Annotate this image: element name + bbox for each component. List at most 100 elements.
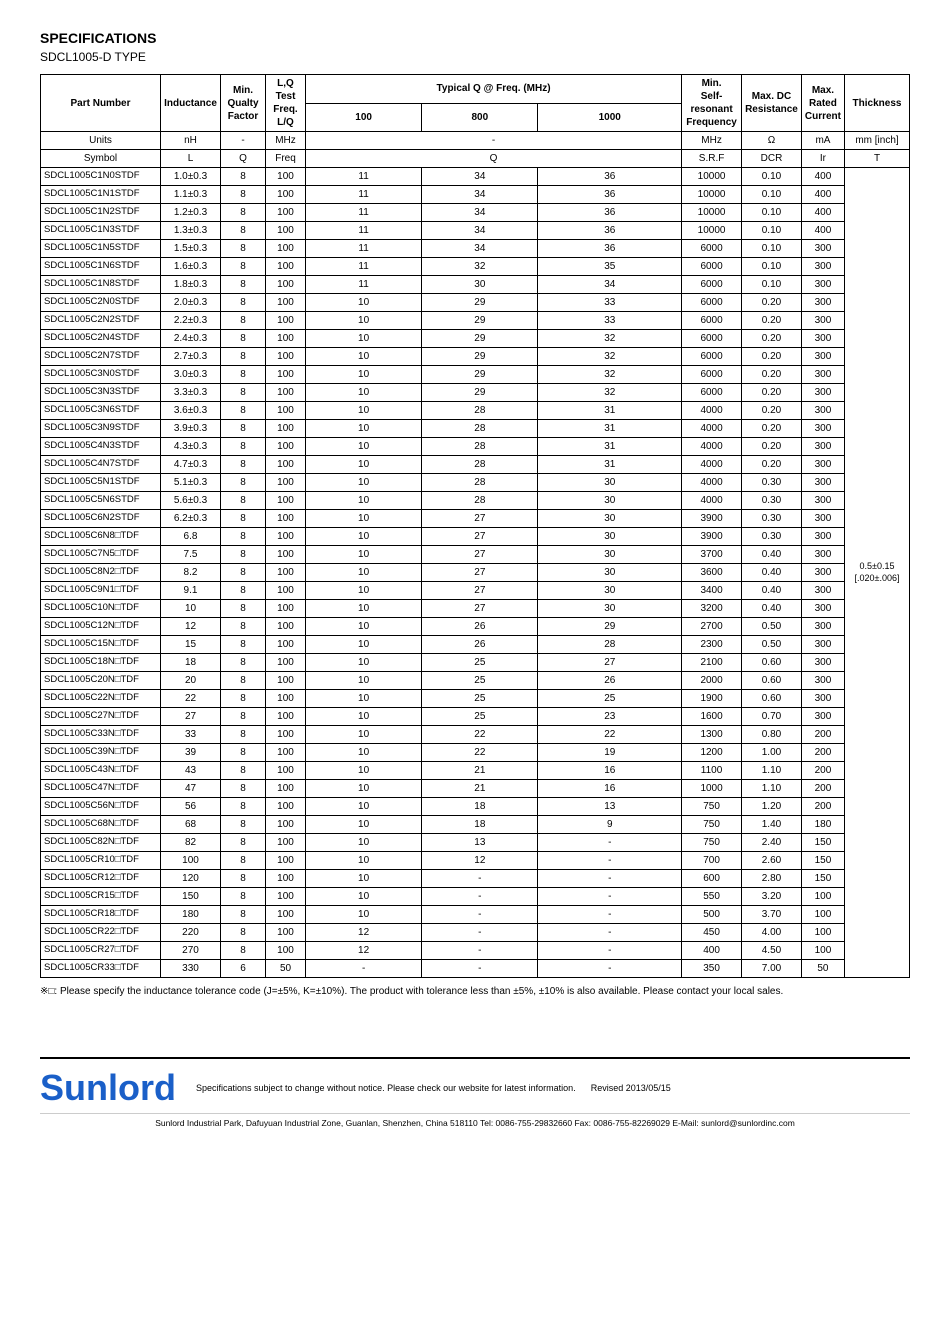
table-cell: 100 (266, 294, 306, 312)
table-cell: 18 (422, 798, 538, 816)
table-cell: SDCL1005C18N□TDF (41, 654, 161, 672)
table-cell: 300 (801, 240, 844, 258)
table-cell: - (538, 888, 682, 906)
table-cell: 0.20 (742, 438, 802, 456)
table-row: SDCL1005C3N0STDF3.0±0.3810010293260000.2… (41, 366, 910, 384)
table-cell: - (538, 870, 682, 888)
table-cell: 100 (266, 348, 306, 366)
table-cell: 1.8±0.3 (161, 276, 221, 294)
table-cell: SDCL1005C1N1STDF (41, 186, 161, 204)
table-cell: 100 (266, 852, 306, 870)
table-cell: 10 (306, 510, 422, 528)
table-cell: 100 (266, 168, 306, 186)
table-cell: 10000 (682, 222, 742, 240)
table-cell: SDCL1005CR10□TDF (41, 852, 161, 870)
table-cell: 8 (221, 582, 266, 600)
symbol-inductance: L (161, 150, 221, 168)
table-row: SDCL1005C18N□TDF18810010252721000.60300 (41, 654, 910, 672)
table-cell: 150 (161, 888, 221, 906)
table-cell: 25 (422, 708, 538, 726)
table-cell: 11 (306, 240, 422, 258)
table-cell: 1600 (682, 708, 742, 726)
table-cell: 22 (161, 690, 221, 708)
table-cell: 1.6±0.3 (161, 258, 221, 276)
table-cell: 10 (306, 348, 422, 366)
table-cell: 6.2±0.3 (161, 510, 221, 528)
table-cell: 30 (538, 564, 682, 582)
table-cell: 3700 (682, 546, 742, 564)
table-cell: 27 (422, 528, 538, 546)
table-cell: 29 (422, 348, 538, 366)
table-cell: 21 (422, 780, 538, 798)
table-cell: 300 (801, 330, 844, 348)
table-cell: 750 (682, 798, 742, 816)
table-cell: 8 (221, 456, 266, 474)
table-cell: 0.10 (742, 222, 802, 240)
table-cell: 2.60 (742, 852, 802, 870)
table-cell: - (422, 870, 538, 888)
table-cell: 2.7±0.3 (161, 348, 221, 366)
table-cell: 8 (221, 240, 266, 258)
table-cell: 100 (266, 510, 306, 528)
table-cell: 200 (801, 762, 844, 780)
table-cell: SDCL1005C2N0STDF (41, 294, 161, 312)
table-cell: 100 (266, 564, 306, 582)
table-cell: 300 (801, 708, 844, 726)
table-cell: 300 (801, 582, 844, 600)
table-cell: 1300 (682, 726, 742, 744)
table-cell: 8 (221, 186, 266, 204)
table-cell: 25 (422, 654, 538, 672)
table-row: SDCL1005C43N□TDF43810010211611001.10200 (41, 762, 910, 780)
table-cell: 10 (306, 744, 422, 762)
table-row: SDCL1005C2N7STDF2.7±0.3810010293260000.2… (41, 348, 910, 366)
table-cell: SDCL1005C39N□TDF (41, 744, 161, 762)
table-cell: 36 (538, 186, 682, 204)
table-cell: 0.10 (742, 204, 802, 222)
table-cell: 0.10 (742, 276, 802, 294)
table-cell: 120 (161, 870, 221, 888)
table-cell: 300 (801, 438, 844, 456)
table-cell: 39 (161, 744, 221, 762)
table-cell: 8 (221, 636, 266, 654)
table-cell: 12 (306, 942, 422, 960)
table-cell: 10 (306, 690, 422, 708)
table-cell: 4000 (682, 438, 742, 456)
table-cell: 300 (801, 384, 844, 402)
table-cell: SDCL1005C6N2STDF (41, 510, 161, 528)
table-cell: SDCL1005C1N6STDF (41, 258, 161, 276)
footer-revised: Revised 2013/05/15 (591, 1083, 671, 1093)
col-q100: 100 (306, 103, 422, 132)
table-cell: 9 (538, 816, 682, 834)
table-cell: 4000 (682, 474, 742, 492)
table-cell: 10 (306, 672, 422, 690)
table-cell: 36 (538, 222, 682, 240)
table-cell: SDCL1005C68N□TDF (41, 816, 161, 834)
table-cell: SDCL1005C1N8STDF (41, 276, 161, 294)
table-cell: 27 (422, 546, 538, 564)
table-cell: 10 (306, 582, 422, 600)
table-cell: 100 (266, 240, 306, 258)
table-cell: 400 (801, 222, 844, 240)
table-cell: 8 (221, 258, 266, 276)
table-cell: 8 (221, 672, 266, 690)
table-cell: 0.10 (742, 240, 802, 258)
units-dc: Ω (742, 132, 802, 150)
table-cell: 34 (422, 222, 538, 240)
table-cell: 100 (266, 906, 306, 924)
table-cell: 1.1±0.3 (161, 186, 221, 204)
table-cell: 30 (538, 492, 682, 510)
units-freq: MHz (266, 132, 306, 150)
table-cell: 36 (538, 204, 682, 222)
table-cell: 3.9±0.3 (161, 420, 221, 438)
table-cell: 8 (221, 366, 266, 384)
table-cell: 25 (422, 690, 538, 708)
table-cell: 12 (306, 924, 422, 942)
table-cell: 8 (221, 528, 266, 546)
thickness-cell: 0.5±0.15[.020±.006] (845, 168, 910, 978)
table-cell: 35 (538, 258, 682, 276)
table-cell: 10 (306, 492, 422, 510)
footer-address: Sunlord Industrial Park, Dafuyuan Indust… (40, 1113, 910, 1128)
table-cell: 10 (306, 474, 422, 492)
table-cell: SDCL1005CR27□TDF (41, 942, 161, 960)
table-cell: 50 (266, 960, 306, 978)
